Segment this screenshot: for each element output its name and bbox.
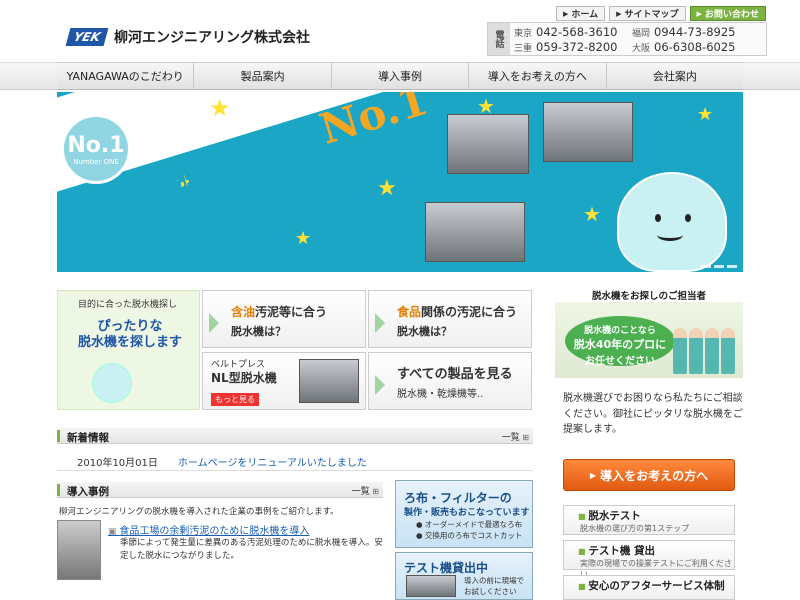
finder-belt-press[interactable]: ベルトプレス NL型脱水機 もっと見る	[202, 352, 366, 410]
news-link[interactable]: ホームページをリニューアルいたしました	[178, 454, 367, 469]
sitemap-link[interactable]: ▶ サイトマップ	[609, 6, 686, 21]
finder-food-sludge[interactable]: 食品関係の汚泥に合う 脱水機は？	[368, 290, 532, 348]
mascot-character	[617, 172, 727, 272]
arrow-right-icon	[375, 375, 385, 395]
news-date: 2010年10月01日	[77, 458, 158, 469]
cases-title: 導入事例	[67, 486, 109, 498]
machine-image	[299, 359, 359, 403]
phone-city: 東京	[514, 28, 533, 39]
news-title: 新着情報	[67, 432, 109, 444]
arrow-right-icon	[375, 313, 385, 333]
company-name: 柳河エンジニアリング株式会社	[114, 30, 310, 46]
machine-image	[425, 202, 525, 262]
machine-image	[406, 575, 456, 597]
star-icon: ★	[477, 94, 495, 118]
slide-indicator[interactable]	[701, 265, 737, 268]
arrow-right-icon: ▶	[563, 9, 569, 18]
phone-grid: 東京 042-568-3610 福岡 0944-73-8925 三重 059-3…	[510, 23, 768, 55]
logo-mark: YEK	[65, 28, 109, 46]
arrow-right-icon: ▶	[696, 9, 702, 18]
cases-intro: 柳河エンジニアリングの脱水機を導入された企業の事例をご紹介します。	[59, 507, 339, 517]
nav-item-cases[interactable]: 導入事例	[332, 63, 470, 89]
arrow-right-icon: ▶	[616, 9, 622, 18]
filter-banner[interactable]: ろ布・フィルターの 製作・販売もおこなっています ● オーダーメイドで最適なろ布…	[395, 480, 533, 548]
machine-image	[447, 114, 529, 174]
phone-number: 0944-73-8925	[654, 25, 736, 39]
staff-person	[689, 328, 703, 374]
phone-number: 059-372-8200	[536, 40, 618, 54]
main-nav: YANAGAWAのこだわり 製品案内 導入事例 導入をお考えの方へ 会社案内	[57, 62, 743, 90]
star-icon: ★	[209, 94, 231, 122]
product-finder: 目的に合った脱水機探し ぴったりな 脱水機を探します 含油汚泥等に合う 脱水機は…	[57, 290, 533, 410]
case-link[interactable]: 食品工場の余剰汚泥のために脱水機を導入	[108, 522, 309, 537]
star-icon: ★	[697, 104, 714, 125]
hero-banner[interactable]: ♛ No.1 Number ONE ★ ★ ★ ★ ★ ★ ★ 脱水機シェアNo…	[57, 92, 743, 272]
utility-nav: ▶ ホーム ▶ サイトマップ ▶ お問い合わせ	[556, 6, 766, 21]
nav-item-company[interactable]: 会社案内	[607, 63, 743, 89]
case-thumbnail[interactable]	[57, 520, 101, 580]
more-button[interactable]: もっと見る	[211, 393, 259, 406]
news-more-link[interactable]: 一覧	[502, 430, 529, 443]
star-icon: ★	[377, 176, 397, 201]
phone-number: 06-6308-6025	[654, 40, 736, 54]
phone-city: 福岡	[632, 28, 651, 39]
star-icon: ★	[583, 202, 601, 226]
staff-person	[705, 328, 719, 374]
finder-headline: ぴったりな 脱水機を探します	[77, 319, 182, 351]
after-service-link[interactable]: 安心のアフターサービス体制	[563, 575, 735, 600]
phone-number: 042-568-3610	[536, 25, 618, 39]
phone-city: 大阪	[632, 43, 651, 54]
news-item: 2010年10月01日 ホームページをリニューアルいたしました	[77, 454, 367, 469]
contact-link[interactable]: ▶ お問い合わせ	[689, 6, 766, 21]
test-rental-link[interactable]: テスト機 貸出 実際の現場での操業テストにご利用ください	[563, 540, 735, 579]
finder-oily-sludge[interactable]: 含油汚泥等に合う 脱水機は？	[202, 290, 366, 348]
nav-item-considering[interactable]: 導入をお考えの方へ	[469, 63, 607, 89]
staff-text: 脱水機選びでお困りなら私たちにご相談ください。御社にピッタリな脱水機をご提案しま…	[563, 393, 743, 435]
mascot-eye	[685, 214, 691, 222]
news-header: 新着情報 一覧	[57, 428, 533, 444]
arrow-right-icon	[209, 313, 219, 333]
phone-city: 三重	[514, 43, 533, 54]
staff-person	[721, 328, 735, 374]
cases-more-link[interactable]: 一覧	[352, 484, 379, 497]
nav-item-products[interactable]: 製品案内	[194, 63, 332, 89]
finder-intro[interactable]: 目的に合った脱水機探し ぴったりな 脱水機を探します	[57, 290, 200, 410]
phone-box: 電話 東京 042-568-3610 福岡 0944-73-8925 三重 05…	[487, 22, 767, 56]
cases-header: 導入事例 一覧	[57, 482, 383, 498]
case-description: 季節によって発生量に差異のある汚泥処理のために脱水機を導入。安定した脱水につなが…	[120, 538, 383, 561]
test-machine-banner[interactable]: テスト機貸出中 導入の前に現場で お試しください	[395, 552, 533, 600]
logo[interactable]: YEK 柳河エンジニアリング株式会社	[65, 27, 310, 47]
finder-all-products[interactable]: すべての製品を見る 脱水機・乾燥機等..	[368, 352, 532, 410]
phone-label: 電話	[488, 23, 510, 55]
star-icon: ★	[295, 228, 312, 249]
machine-image	[543, 102, 633, 162]
staff-speech-bubble: 脱水機のことなら 脱水40年のプロに お任せください	[565, 316, 675, 367]
nav-item-kodawari[interactable]: YANAGAWAのこだわり	[57, 63, 195, 89]
home-link[interactable]: ▶ ホーム	[556, 6, 606, 21]
considering-cta-button[interactable]: 導入をお考えの方へ	[563, 459, 735, 491]
staff-person	[673, 328, 687, 374]
header: YEK 柳河エンジニアリング株式会社 ▶ ホーム ▶ サイトマップ ▶ お問い合わせ …	[0, 0, 800, 62]
dewatering-test-link[interactable]: 脱水テスト 脱水機の選び方の第1ステップ	[563, 505, 735, 535]
mascot-eye	[655, 214, 661, 222]
mascot-icon	[92, 363, 132, 403]
star-icon: ♛	[87, 96, 102, 115]
mascot-mouth	[657, 229, 683, 241]
number-one-badge: No.1 Number ONE	[61, 114, 131, 184]
staff-photo: 脱水機のことなら 脱水40年のプロに お任せください	[555, 302, 743, 378]
